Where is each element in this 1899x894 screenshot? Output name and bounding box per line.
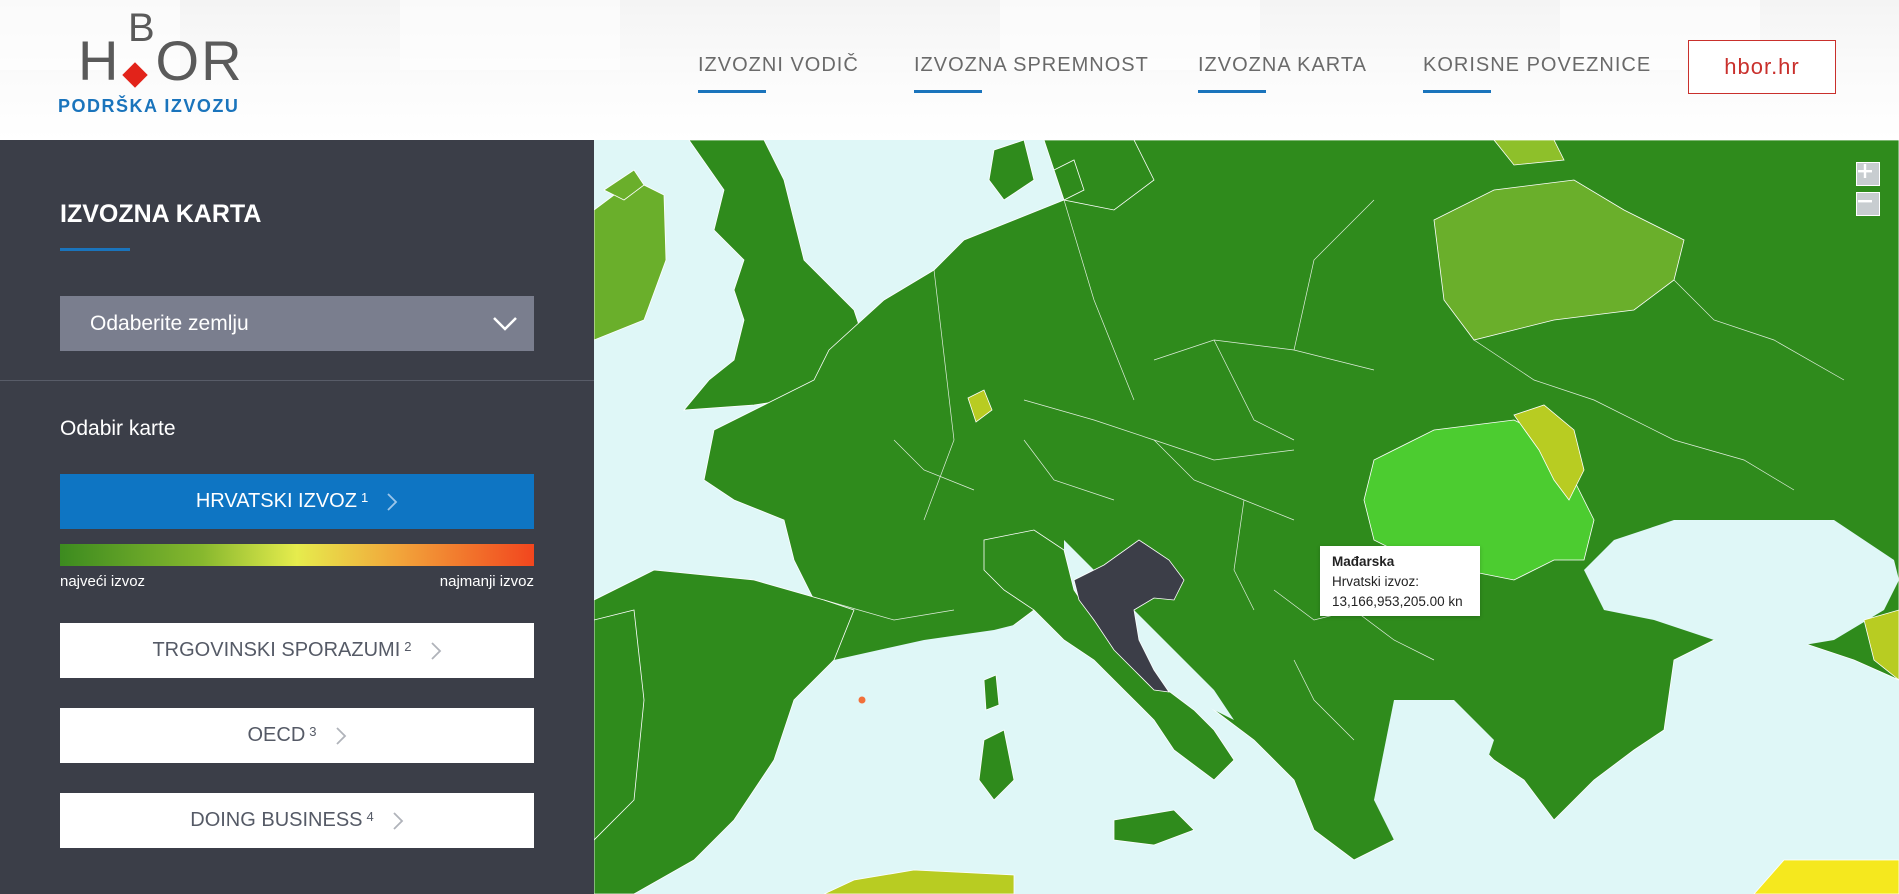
tooltip-value: 13,166,953,205.00 kn	[1332, 594, 1463, 609]
chevron-right-icon	[430, 641, 442, 661]
country-andorra	[858, 696, 866, 704]
map-button-trgovinski-sporazumi[interactable]: TRGOVINSKI SPORAZUMI 2	[60, 623, 534, 678]
chevron-down-icon	[490, 308, 520, 344]
tooltip-country: Mađarska	[1332, 554, 1395, 569]
nav-underline	[1198, 90, 1266, 93]
chevron-right-icon	[386, 492, 398, 512]
nav-underline	[698, 90, 766, 93]
tooltip-label: Hrvatski izvoz:	[1332, 574, 1420, 589]
legend-right-label: najmanji izvoz	[439, 573, 534, 590]
export-map[interactable]: Mađarska Hrvatski izvoz: 13,166,953,205.…	[594, 140, 1899, 894]
footnote-marker: 4	[366, 809, 374, 824]
country-ireland	[594, 179, 667, 341]
nav-item-izvozna-karta[interactable]: IZVOZNA KARTA	[1198, 54, 1367, 93]
hbor-link-button[interactable]: hbor.hr	[1688, 40, 1836, 94]
zoom-in-button[interactable]	[1856, 162, 1880, 186]
legend-left-label: najveći izvoz	[60, 573, 146, 590]
country-corsica	[983, 674, 1000, 711]
title-underline	[60, 248, 130, 251]
logo-wordmark: H OR	[78, 29, 244, 92]
nav-item-korisne-poveznice[interactable]: KORISNE POVEZNICE	[1423, 54, 1652, 93]
map-button-label: OECD	[247, 724, 306, 746]
map-selection-label: Odabir karte	[60, 417, 176, 440]
country-select[interactable]: Odaberite zemlju	[60, 296, 534, 351]
minus-icon	[1858, 200, 1872, 203]
nav-item-izvozni-vodic[interactable]: IZVOZNI VODIČ	[698, 54, 859, 93]
nav-underline	[1423, 90, 1491, 93]
header: H OR B PODRŠKA IZVOZU IZVOZNI VODIČ IZVO…	[0, 0, 1899, 140]
footnote-marker: 3	[309, 724, 317, 739]
header-pattern	[400, 0, 620, 70]
sidebar-title: IZVOZNA KARTA	[60, 200, 262, 228]
map-button-doing-business[interactable]: DOING BUSINESS 4	[60, 793, 534, 848]
logo-letter-b: B	[128, 6, 155, 50]
map-button-label: HRVATSKI IZVOZ	[195, 490, 357, 512]
country-select-value: Odaberite zemlju	[90, 311, 249, 335]
europe-map-svg[interactable]	[594, 140, 1899, 894]
map-button-hrvatski-izvoz[interactable]: HRVATSKI IZVOZ 1	[60, 474, 534, 529]
footnote-marker: 1	[360, 490, 369, 505]
legend-gradient	[60, 544, 534, 566]
plus-icon	[1858, 164, 1872, 178]
country-libya	[1753, 859, 1899, 894]
logo[interactable]: H OR B PODRŠKA IZVOZU	[58, 6, 258, 124]
logo-subtitle: PODRŠKA IZVOZU	[58, 96, 240, 116]
country-denmark	[988, 140, 1035, 201]
nav-underline	[914, 90, 982, 93]
chevron-right-icon	[335, 726, 347, 746]
map-button-label: TRGOVINSKI SPORAZUMI	[152, 639, 401, 661]
footnote-marker: 2	[404, 639, 412, 654]
nav-item-label: IZVOZNI VODIČ	[698, 54, 859, 76]
nav-item-izvozna-spremnost[interactable]: IZVOZNA SPREMNOST	[914, 54, 1149, 93]
nav-item-label: KORISNE POVEZNICE	[1423, 54, 1652, 76]
nav-item-label: IZVOZNA SPREMNOST	[914, 54, 1149, 76]
chevron-right-icon	[392, 811, 404, 831]
nav-item-label: IZVOZNA KARTA	[1198, 54, 1367, 76]
map-tooltip: Mađarska Hrvatski izvoz: 13,166,953,205.…	[1320, 546, 1480, 616]
sidebar: IZVOZNA KARTA Odaberite zemlju Odabir ka…	[0, 140, 594, 894]
map-button-label: DOING BUSINESS	[190, 809, 363, 831]
map-button-oecd[interactable]: OECD 3	[60, 708, 534, 763]
zoom-out-button[interactable]	[1856, 192, 1880, 216]
sidebar-divider	[0, 380, 594, 381]
